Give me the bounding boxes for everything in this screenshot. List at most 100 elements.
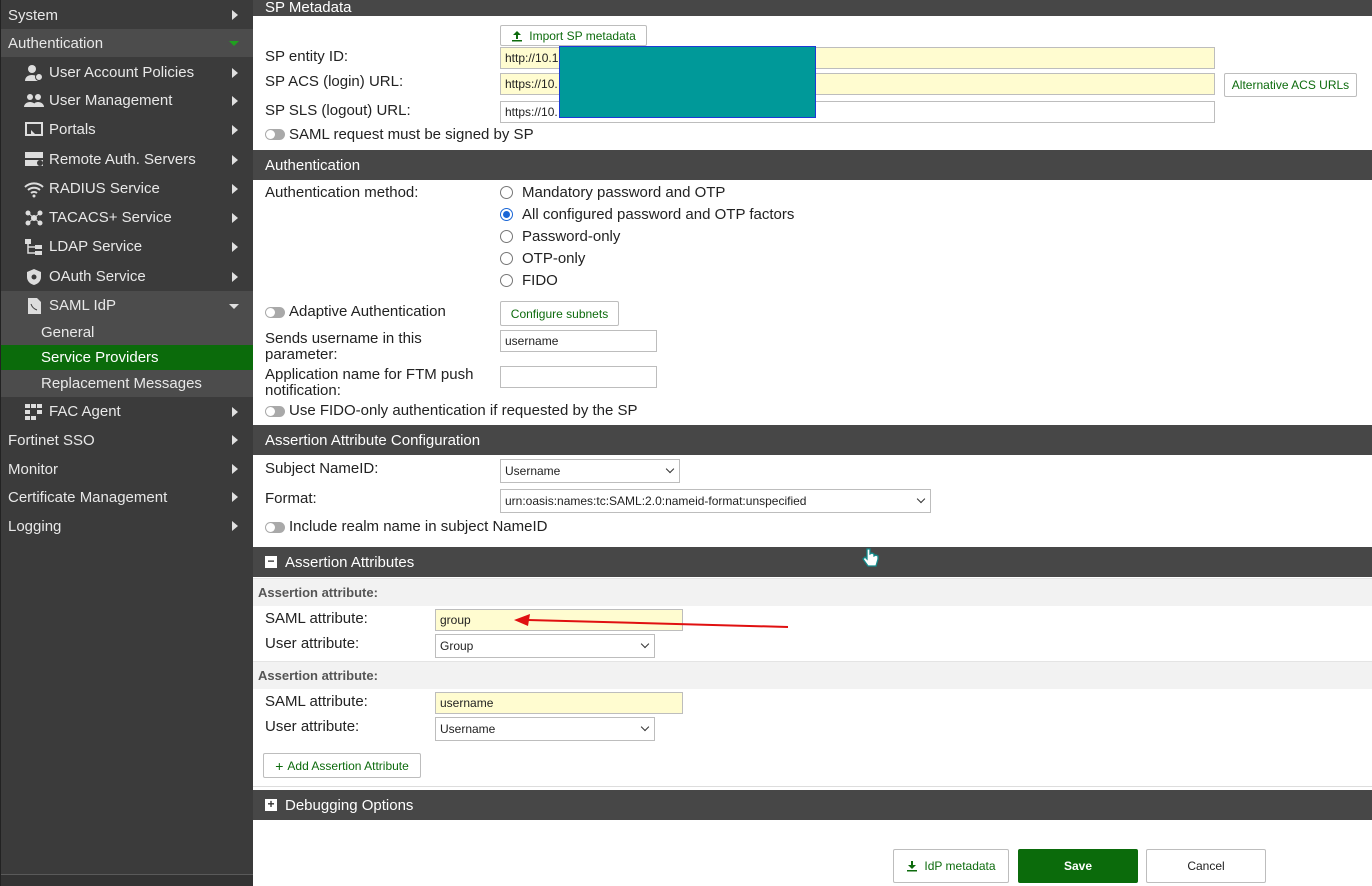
sidebar-item-oauth-service[interactable]: OAuth Service: [1, 262, 254, 291]
sidebar-item-service-providers[interactable]: Service Providers: [1, 345, 254, 370]
adaptive-authentication-toggle[interactable]: [265, 307, 285, 318]
sidebar-item-label: Portals: [49, 121, 96, 138]
sidebar-item-label: FAC Agent: [49, 403, 121, 420]
ftm-app-name-label: Application name for FTM push notificati…: [265, 366, 474, 399]
section-header-assertion-config: Assertion Attribute Configuration: [253, 425, 1372, 455]
fido-only-toggle[interactable]: [265, 406, 285, 417]
download-icon: [906, 860, 918, 872]
sidebar-item-portals[interactable]: Portals: [1, 115, 254, 144]
alternative-acs-urls-button[interactable]: Alternative ACS URLs: [1224, 73, 1357, 97]
sidebar-item-tacacs-service[interactable]: TACACS+ Service: [1, 203, 254, 232]
sidebar-item-monitor[interactable]: Monitor: [1, 455, 254, 483]
chevron-down-icon: [640, 639, 650, 649]
sidebar-item-label: Certificate Management: [8, 488, 168, 506]
chevron-right-icon: [232, 183, 238, 194]
cancel-button[interactable]: Cancel: [1146, 849, 1266, 883]
include-realm-toggle[interactable]: [265, 522, 285, 533]
divider: [253, 786, 1372, 787]
configure-subnets-button[interactable]: Configure subnets: [500, 301, 619, 326]
idp-metadata-button[interactable]: IdP metadata: [893, 849, 1009, 883]
sp-acs-url-label: SP ACS (login) URL:: [265, 73, 404, 90]
radio-fido[interactable]: [500, 274, 513, 287]
portal-icon: [23, 120, 45, 140]
collapse-icon[interactable]: −: [265, 555, 277, 568]
select-value: Username: [440, 722, 496, 736]
chevron-down-icon: [229, 41, 239, 46]
section-header-assertion-attributes[interactable]: − Assertion Attributes: [253, 547, 1372, 577]
sidebar-item-system[interactable]: System: [1, 1, 254, 29]
radio-label: FIDO: [522, 272, 558, 289]
button-label: Import SP metadata: [529, 28, 636, 43]
sp-entity-id-label: SP entity ID:: [265, 48, 349, 65]
expand-icon[interactable]: +: [265, 798, 277, 811]
radio-label: Password-only: [522, 228, 621, 245]
sidebar-item-label: Service Providers: [41, 349, 159, 366]
radio-password-only[interactable]: [500, 230, 513, 243]
sidebar-nav: System Authentication User Account Polic…: [0, 0, 254, 886]
wifi-icon: [23, 179, 45, 199]
saml-request-signed-toggle[interactable]: [265, 129, 285, 140]
chevron-right-icon: [232, 67, 238, 78]
sidebar-item-saml-idp[interactable]: SAML IdP: [1, 291, 254, 320]
radio-label: All configured password and OTP factors: [522, 206, 795, 223]
add-assertion-attribute-button[interactable]: + Add Assertion Attribute: [263, 753, 421, 778]
sp-sls-url-label: SP SLS (logout) URL:: [265, 102, 411, 119]
sidebar-item-replacement-messages[interactable]: Replacement Messages: [1, 370, 254, 397]
sidebar-item-general[interactable]: General: [1, 320, 254, 345]
section-header-debugging-options[interactable]: + Debugging Options: [253, 790, 1372, 820]
sidebar-item-label: Monitor: [8, 460, 59, 478]
sidebar-item-certificate-management[interactable]: Certificate Management: [1, 483, 254, 511]
subject-nameid-label: Subject NameID:: [265, 460, 379, 477]
sidebar-item-label: System: [8, 6, 59, 24]
sidebar-item-remote-auth-servers[interactable]: Remote Auth. Servers: [1, 145, 254, 174]
format-select[interactable]: urn:oasis:names:tc:SAML:2.0:nameid-forma…: [500, 489, 931, 513]
main-content: SP Metadata Import SP metadata SP entity…: [253, 0, 1372, 886]
saml-attribute-label: SAML attribute:: [265, 693, 368, 710]
user-attribute-select[interactable]: Group: [435, 634, 655, 658]
authentication-method-label: Authentication method:: [265, 184, 419, 201]
ftm-app-name-input[interactable]: [500, 366, 657, 388]
sidebar-footer: [1, 874, 254, 886]
upload-icon: [511, 30, 523, 42]
save-button[interactable]: Save: [1018, 849, 1138, 883]
users-icon: [23, 91, 45, 111]
chevron-right-icon: [232, 10, 238, 20]
sidebar-item-label: LDAP Service: [49, 238, 143, 255]
plus-icon: +: [275, 757, 284, 774]
sidebar-item-authentication[interactable]: Authentication: [1, 29, 254, 57]
subject-nameid-select[interactable]: Username: [500, 459, 680, 483]
user-attribute-select[interactable]: Username: [435, 717, 655, 741]
radio-otp-only[interactable]: [500, 252, 513, 265]
chevron-right-icon: [232, 271, 238, 282]
sidebar-item-label: Fortinet SSO: [8, 431, 95, 449]
radio-label: Mandatory password and OTP: [522, 184, 726, 201]
sidebar-item-fac-agent[interactable]: FAC Agent: [1, 397, 254, 426]
radio-all-configured-factors[interactable]: [500, 208, 513, 221]
sidebar-item-user-management[interactable]: User Management: [1, 86, 254, 115]
chevron-right-icon: [232, 492, 238, 502]
import-sp-metadata-button[interactable]: Import SP metadata: [500, 25, 647, 46]
section-title: SP Metadata: [265, 0, 352, 16]
sidebar-item-radius-service[interactable]: RADIUS Service: [1, 174, 254, 203]
annotation-arrow: [514, 614, 789, 628]
chevron-down-icon: [229, 303, 239, 309]
saml-attribute-input[interactable]: username: [435, 692, 683, 714]
assertion-attribute-heading: Assertion attribute:: [253, 578, 1372, 606]
user-policy-icon: [23, 63, 45, 83]
chevron-right-icon: [232, 241, 238, 252]
chevron-down-icon: [665, 464, 675, 474]
agent-grid-icon: [23, 402, 45, 422]
sends-username-input[interactable]: username: [500, 330, 657, 352]
section-title: Assertion Attributes: [285, 553, 415, 571]
sidebar-item-user-account-policies[interactable]: User Account Policies: [1, 58, 254, 87]
sidebar-item-ldap-service[interactable]: LDAP Service: [1, 232, 254, 261]
user-attribute-label: User attribute:: [265, 718, 360, 735]
sidebar-item-logging[interactable]: Logging: [1, 512, 254, 540]
sends-username-label: Sends username in this parameter:: [265, 330, 422, 363]
chevron-right-icon: [232, 464, 238, 474]
sidebar-item-label: SAML IdP: [49, 297, 116, 314]
sidebar-item-fortinet-sso[interactable]: Fortinet SSO: [1, 426, 254, 454]
saml-attribute-label: SAML attribute:: [265, 610, 368, 627]
chevron-down-icon: [916, 494, 926, 504]
radio-mandatory-password-otp[interactable]: [500, 186, 513, 199]
